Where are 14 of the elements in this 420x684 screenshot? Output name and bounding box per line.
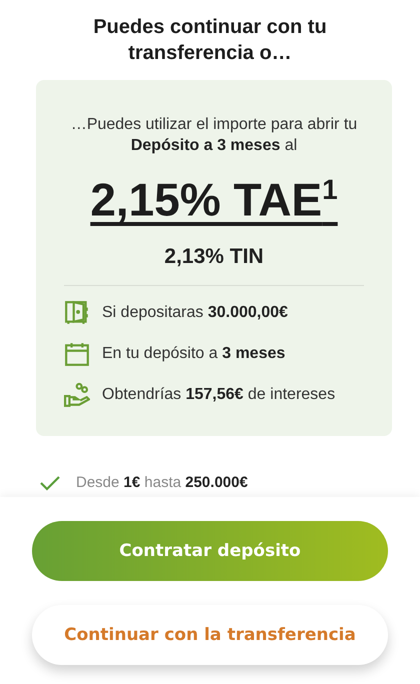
- tin-rate: 2,13% TIN: [164, 245, 264, 270]
- detail-text: Obtendrías 157,56€ de intereses: [102, 386, 336, 404]
- tae-rate: 2,15% TAE$^{1}$: [90, 172, 338, 228]
- calendar-icon: [64, 341, 90, 368]
- detail-text: En tu depósito a 3 meses: [102, 345, 286, 364]
- safe-icon: [64, 300, 90, 326]
- page-title: Puedes continuar con tu transferencia o…: [92, 15, 328, 66]
- hand-coins-icon: [64, 382, 90, 408]
- check-icon: [40, 474, 60, 491]
- continue-button[interactable]: Continuar con la transferencia: [32, 605, 388, 666]
- detail-text: Si depositaras 30.000,00€: [102, 304, 288, 322]
- contract-button[interactable]: Contratar depósito: [32, 521, 388, 582]
- offer-intro: …Puedes utilizar el importe para abrir tu Depósito a 3 meses al: [70, 115, 358, 156]
- limits-text: Desde 1€ hasta 250.000€: [76, 474, 248, 492]
